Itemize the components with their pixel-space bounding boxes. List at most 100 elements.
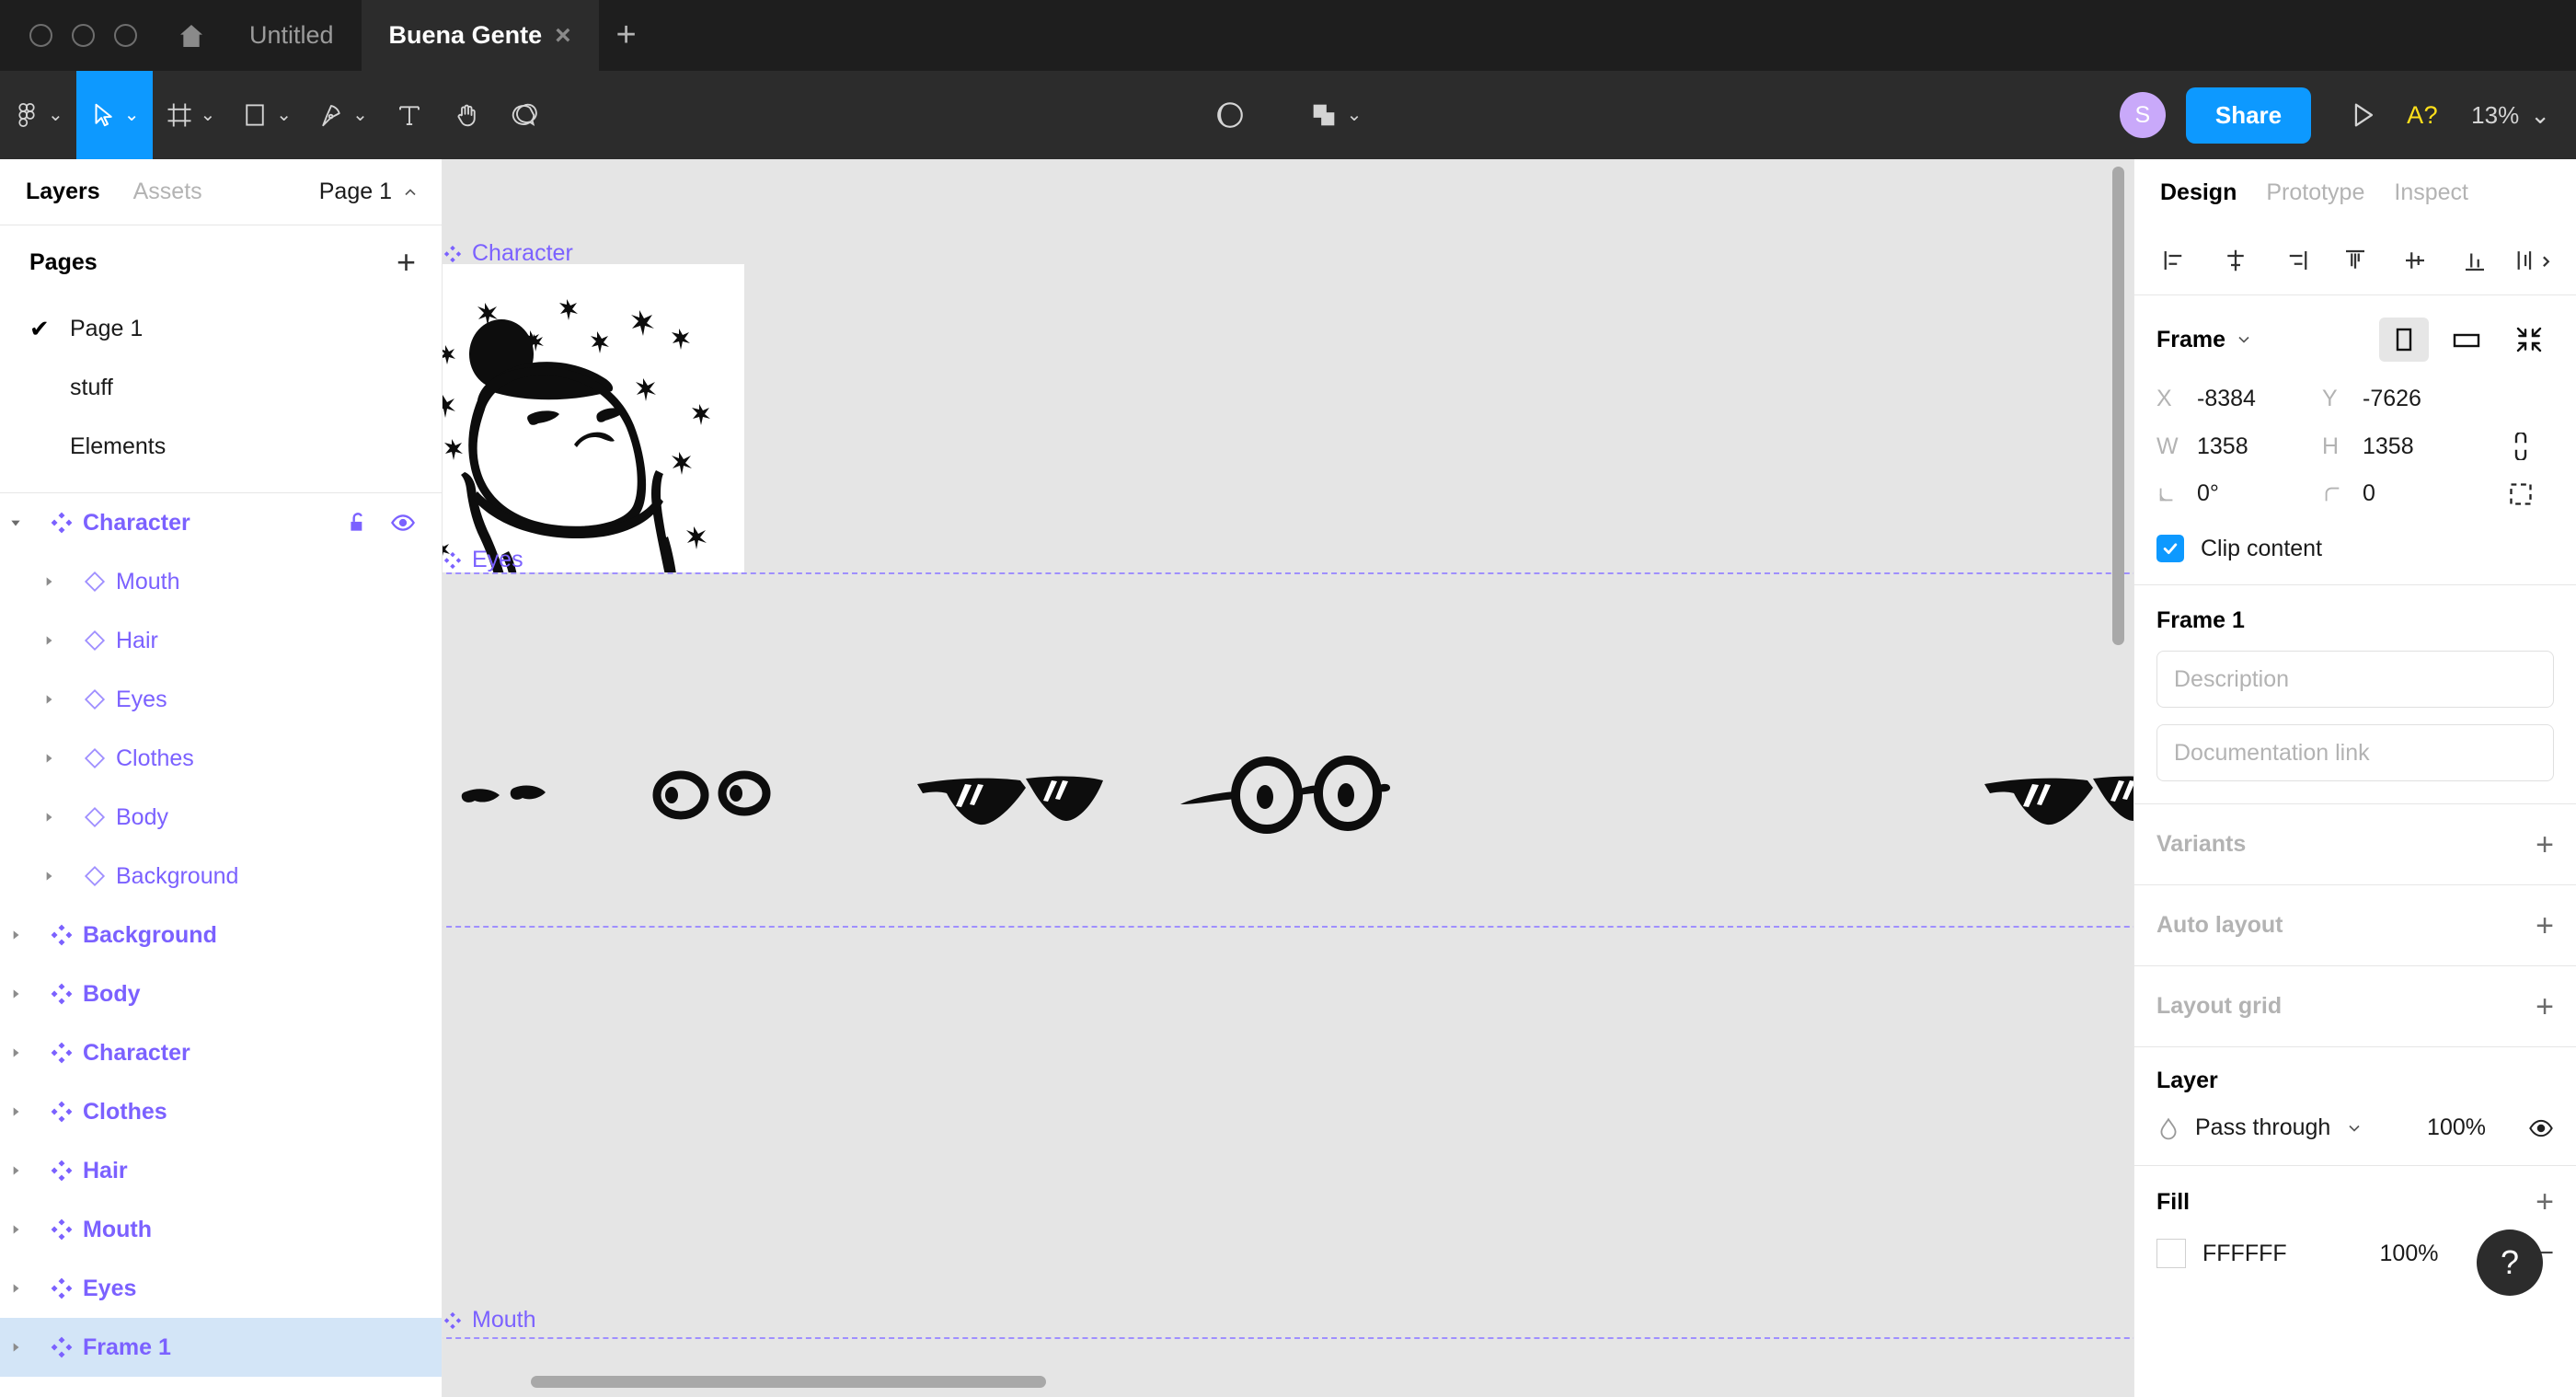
align-bottom-icon[interactable] xyxy=(2455,241,2494,280)
rotation-field[interactable]: 0° xyxy=(2156,480,2322,507)
layer-row-body-8[interactable]: Body xyxy=(0,964,442,1023)
canvas-horizontal-scrollbar[interactable] xyxy=(531,1376,1046,1388)
caret-collapsed-icon[interactable] xyxy=(9,987,40,1000)
minimize-window-button[interactable] xyxy=(72,24,95,47)
layer-row-body-5[interactable]: Body xyxy=(0,788,442,847)
add-auto-layout-button[interactable]: + xyxy=(2536,910,2554,941)
canvas-vertical-scrollbar[interactable] xyxy=(2112,167,2124,645)
add-page-button[interactable]: + xyxy=(397,246,416,279)
tab-buena-gente[interactable]: Buena Gente × xyxy=(361,0,599,71)
caret-collapsed-icon[interactable] xyxy=(42,693,74,706)
home-icon[interactable] xyxy=(161,0,222,71)
align-horizontal-center-icon[interactable] xyxy=(2216,241,2255,280)
text-tool-button[interactable] xyxy=(381,71,438,159)
add-variant-button[interactable]: + xyxy=(2536,829,2554,860)
shape-tool-button[interactable]: ⌄ xyxy=(228,71,305,159)
canvas-frame-label-eyes[interactable]: Eyes xyxy=(443,547,523,573)
unlock-icon[interactable] xyxy=(346,511,370,535)
constrain-proportions-button[interactable] xyxy=(2488,433,2554,460)
layer-row-mouth-12[interactable]: Mouth xyxy=(0,1200,442,1259)
auto-layout-section[interactable]: Auto layout + xyxy=(2134,885,2576,966)
layer-row-clothes-10[interactable]: Clothes xyxy=(0,1082,442,1141)
corner-radius-field[interactable]: 0 xyxy=(2322,480,2488,507)
eye-icon[interactable] xyxy=(2528,1115,2554,1141)
caret-collapsed-icon[interactable] xyxy=(9,1341,40,1354)
align-right-icon[interactable] xyxy=(2276,241,2315,280)
caret-collapsed-icon[interactable] xyxy=(9,1223,40,1236)
mouth-component-set[interactable] xyxy=(443,1337,2133,1397)
zoom-level-selector[interactable]: 13% ⌄ xyxy=(2471,101,2550,130)
caret-collapsed-icon[interactable] xyxy=(42,752,74,765)
page-selector[interactable]: Page 1 xyxy=(319,179,420,205)
documentation-link-field[interactable]: Documentation link xyxy=(2156,724,2554,781)
zoom-window-button[interactable] xyxy=(114,24,137,47)
distribute-icon[interactable] xyxy=(2515,241,2554,280)
variants-section[interactable]: Variants + xyxy=(2134,804,2576,885)
boolean-tool-button[interactable]: ⌄ xyxy=(1295,71,1375,159)
layer-row-character-0[interactable]: Character xyxy=(0,493,442,552)
layer-row-character-9[interactable]: Character xyxy=(0,1023,442,1082)
tab-prototype[interactable]: Prototype xyxy=(2266,179,2364,206)
caret-collapsed-icon[interactable] xyxy=(42,811,74,824)
tab-inspect[interactable]: Inspect xyxy=(2394,179,2468,206)
tab-layers[interactable]: Layers xyxy=(26,179,100,205)
blend-mode-row[interactable]: Pass through 100% xyxy=(2156,1114,2554,1141)
pen-tool-button[interactable]: ⌄ xyxy=(305,71,381,159)
close-window-button[interactable] xyxy=(29,24,52,47)
tab-design[interactable]: Design xyxy=(2160,179,2237,206)
caret-expanded-icon[interactable] xyxy=(9,516,40,529)
layer-row-background-7[interactable]: Background xyxy=(0,906,442,964)
caret-collapsed-icon[interactable] xyxy=(42,575,74,588)
move-tool-button[interactable]: ⌄ xyxy=(75,71,153,159)
fill-color-hex[interactable]: FFFFFF xyxy=(2202,1241,2287,1267)
page-item-page-1[interactable]: ✔ Page 1 xyxy=(0,299,442,358)
caret-collapsed-icon[interactable] xyxy=(42,634,74,647)
orientation-landscape-button[interactable] xyxy=(2442,318,2491,362)
comment-tool-button[interactable] xyxy=(495,71,552,159)
resize-to-fit-button[interactable] xyxy=(2504,318,2554,362)
layer-row-eyes-3[interactable]: Eyes xyxy=(0,670,442,729)
independent-corners-button[interactable] xyxy=(2488,481,2554,507)
width-field[interactable]: W 1358 xyxy=(2156,433,2322,460)
clip-content-checkbox[interactable] xyxy=(2156,535,2184,562)
layer-row-mouth-1[interactable]: Mouth xyxy=(0,552,442,611)
tab-untitled[interactable]: Untitled xyxy=(222,0,362,71)
description-field[interactable]: Description xyxy=(2156,651,2554,708)
hand-tool-button[interactable] xyxy=(438,71,495,159)
frame-section-title[interactable]: Frame xyxy=(2156,327,2253,353)
layout-grid-section[interactable]: Layout grid + xyxy=(2134,966,2576,1047)
share-button[interactable]: Share xyxy=(2185,87,2312,144)
caret-collapsed-icon[interactable] xyxy=(9,1282,40,1295)
align-vertical-center-icon[interactable] xyxy=(2396,241,2434,280)
avatar[interactable]: S xyxy=(2119,92,2166,138)
eyes-component-set[interactable] xyxy=(443,572,2133,928)
x-position-field[interactable]: X -8384 xyxy=(2156,386,2322,412)
add-fill-button[interactable]: + xyxy=(2536,1186,2554,1218)
mask-tool-button[interactable] xyxy=(1202,71,1259,159)
tab-assets[interactable]: Assets xyxy=(133,179,202,205)
layer-row-background-6[interactable]: Background xyxy=(0,847,442,906)
fill-opacity-value[interactable]: 100% xyxy=(2380,1241,2439,1267)
caret-collapsed-icon[interactable] xyxy=(9,1046,40,1059)
layer-row-frame-1-14[interactable]: Frame 1 xyxy=(0,1318,442,1377)
orientation-portrait-button[interactable] xyxy=(2379,318,2429,362)
caret-collapsed-icon[interactable] xyxy=(9,1164,40,1177)
layer-row-eyes-13[interactable]: Eyes xyxy=(0,1259,442,1318)
canvas-frame-label-mouth[interactable]: Mouth xyxy=(443,1307,535,1334)
layer-row-clothes-4[interactable]: Clothes xyxy=(0,729,442,788)
fill-color-swatch[interactable] xyxy=(2156,1239,2186,1268)
eye-icon[interactable] xyxy=(390,510,416,536)
new-tab-button[interactable]: + xyxy=(599,0,654,71)
layer-row-hair-11[interactable]: Hair xyxy=(0,1141,442,1200)
status-badge[interactable]: A? xyxy=(2407,101,2438,130)
page-item-stuff[interactable]: stuff xyxy=(0,358,442,417)
layer-opacity-value[interactable]: 100% xyxy=(2427,1114,2486,1141)
align-top-icon[interactable] xyxy=(2336,241,2375,280)
clip-content-row[interactable]: Clip content xyxy=(2156,535,2554,562)
y-position-field[interactable]: Y -7626 xyxy=(2322,386,2488,412)
layer-row-hair-2[interactable]: Hair xyxy=(0,611,442,670)
figma-menu-button[interactable]: ⌄ xyxy=(0,71,76,159)
align-left-icon[interactable] xyxy=(2156,241,2195,280)
frame-tool-button[interactable]: ⌄ xyxy=(153,71,229,159)
caret-collapsed-icon[interactable] xyxy=(9,1105,40,1118)
